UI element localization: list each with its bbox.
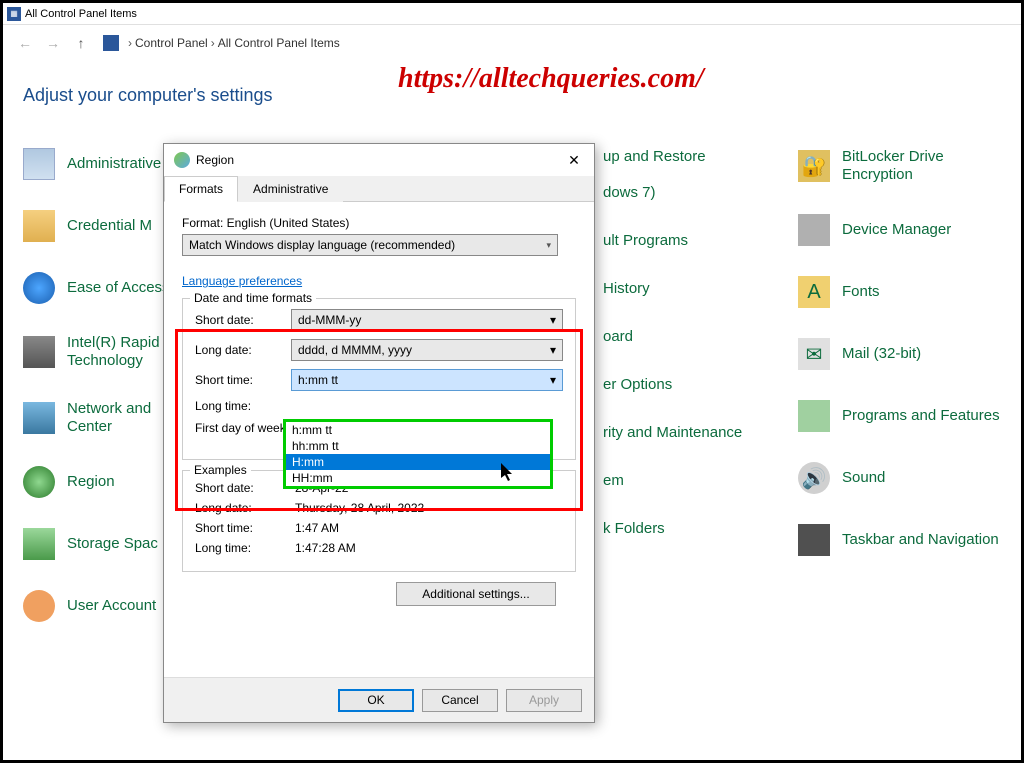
chevron-down-icon: ▾ [550,313,556,327]
dialog-title: Region [196,153,234,167]
short-time-label: Short time: [195,373,291,387]
dropdown-option[interactable]: h:mm tt [286,422,550,438]
cp-item-sound[interactable]: 🔊Sound [798,462,1018,494]
forward-button[interactable]: → [41,31,65,55]
window-title: All Control Panel Items [25,8,137,20]
cp-item-security-maintenance[interactable]: rity and Maintenance [603,424,798,442]
nav-bar: ← → ↑ › Control Panel › All Control Pane… [3,25,1021,61]
cp-item-intel-rapid[interactable]: Intel(R) Rapid Technology [23,334,173,370]
sound-icon: 🔊 [798,462,830,494]
chevron-right-icon: › [128,36,132,50]
page-heading: Adjust your computer's settings [23,85,273,106]
back-button[interactable]: ← [13,31,37,55]
tab-strip: Formats Administrative [164,176,594,202]
ok-button[interactable]: OK [338,689,414,712]
control-panel-icon: ▦ [7,7,21,21]
ex-long-date-value: Thursday, 28 April, 2022 [295,501,424,515]
cp-item-keyboard[interactable]: oard [603,328,798,346]
cp-item-taskbar-navigation[interactable]: Taskbar and Navigation [798,524,1018,556]
fonts-icon: A [798,276,830,308]
group-legend: Examples [190,463,251,477]
cp-item-work-folders[interactable]: k Folders [603,520,798,538]
ex-short-time-label: Short time: [195,521,295,535]
cp-item-fonts[interactable]: AFonts [798,276,1018,308]
chevron-right-icon: › [211,36,215,50]
cancel-button[interactable]: Cancel [422,689,498,712]
bitlocker-icon: 🔐 [798,150,830,182]
short-time-combo[interactable]: h:mm tt▾ [291,369,563,391]
close-button[interactable]: ✕ [560,150,588,170]
cp-item-backup-restore[interactable]: up and Restore dows 7) [603,148,798,202]
cp-item-admin-tools[interactable]: Administrative [23,148,173,180]
path-icon [103,35,119,51]
format-label: Format: English (United States) [182,216,576,230]
breadcrumb[interactable]: All Control Panel Items [218,36,340,50]
storage-icon [23,528,55,560]
dialog-titlebar: Region ✕ [164,144,594,176]
dropdown-option[interactable]: hh:mm tt [286,438,550,454]
long-time-label: Long time: [195,399,291,413]
up-button[interactable]: ↑ [69,31,93,55]
cp-item-credential-manager[interactable]: Credential M [23,210,173,242]
credential-icon [23,210,55,242]
cp-item-mail[interactable]: ✉Mail (32-bit) [798,338,1018,370]
ex-long-time-label: Long time: [195,541,295,555]
long-date-combo[interactable]: dddd, d MMMM, yyyy▾ [291,339,563,361]
device-mgr-icon [798,214,830,246]
cp-item-file-history[interactable]: History [603,280,798,298]
cp-item-programs-features[interactable]: Programs and Features [798,400,1018,432]
title-bar: ▦ All Control Panel Items [3,3,1021,25]
cp-item-user-accounts[interactable]: User Account [23,590,173,622]
tab-formats[interactable]: Formats [164,176,238,202]
chevron-down-icon: ▾ [550,343,556,357]
chevron-down-icon: ▾ [546,240,551,251]
taskbar-icon [798,524,830,556]
cp-item-network[interactable]: Network and Center [23,400,173,436]
globe-icon [174,152,190,168]
admin-tools-icon [23,148,55,180]
cp-item-bitlocker[interactable]: 🔐BitLocker Drive Encryption [798,148,1018,184]
cp-item-device-manager[interactable]: Device Manager [798,214,1018,246]
cp-item-power-options[interactable]: er Options [603,376,798,394]
ex-long-date-label: Long date: [195,501,295,515]
short-date-combo[interactable]: dd-MMM-yy▾ [291,309,563,331]
region-icon [23,466,55,498]
apply-button[interactable]: Apply [506,689,582,712]
format-combo[interactable]: Match Windows display language (recommen… [182,234,558,256]
mail-icon: ✉ [798,338,830,370]
chevron-down-icon: ▾ [550,373,556,387]
network-icon [23,402,55,434]
cp-item-default-programs[interactable]: ult Programs [603,232,798,250]
cp-item-storage-spaces[interactable]: Storage Spac [23,528,173,560]
programs-icon [798,400,830,432]
cp-item-system[interactable]: em [603,472,798,490]
cp-item-region[interactable]: Region [23,466,173,498]
group-legend: Date and time formats [190,291,316,305]
cursor-icon [501,463,516,487]
tab-administrative[interactable]: Administrative [238,176,343,202]
additional-settings-button[interactable]: Additional settings... [396,582,556,606]
ease-icon [23,272,55,304]
intel-icon [23,336,55,368]
ex-short-date-label: Short date: [195,481,295,495]
watermark-text: https://alltechqueries.com/ [398,63,704,95]
first-day-label: First day of week: [195,421,291,435]
short-date-label: Short date: [195,313,291,327]
cp-item-ease-of-access[interactable]: Ease of Access [23,272,173,304]
ex-long-time-value: 1:47:28 AM [295,541,356,555]
user-icon [23,590,55,622]
breadcrumb[interactable]: Control Panel [135,36,208,50]
language-preferences-link[interactable]: Language preferences [182,274,302,288]
ex-short-time-value: 1:47 AM [295,521,339,535]
long-date-label: Long date: [195,343,291,357]
